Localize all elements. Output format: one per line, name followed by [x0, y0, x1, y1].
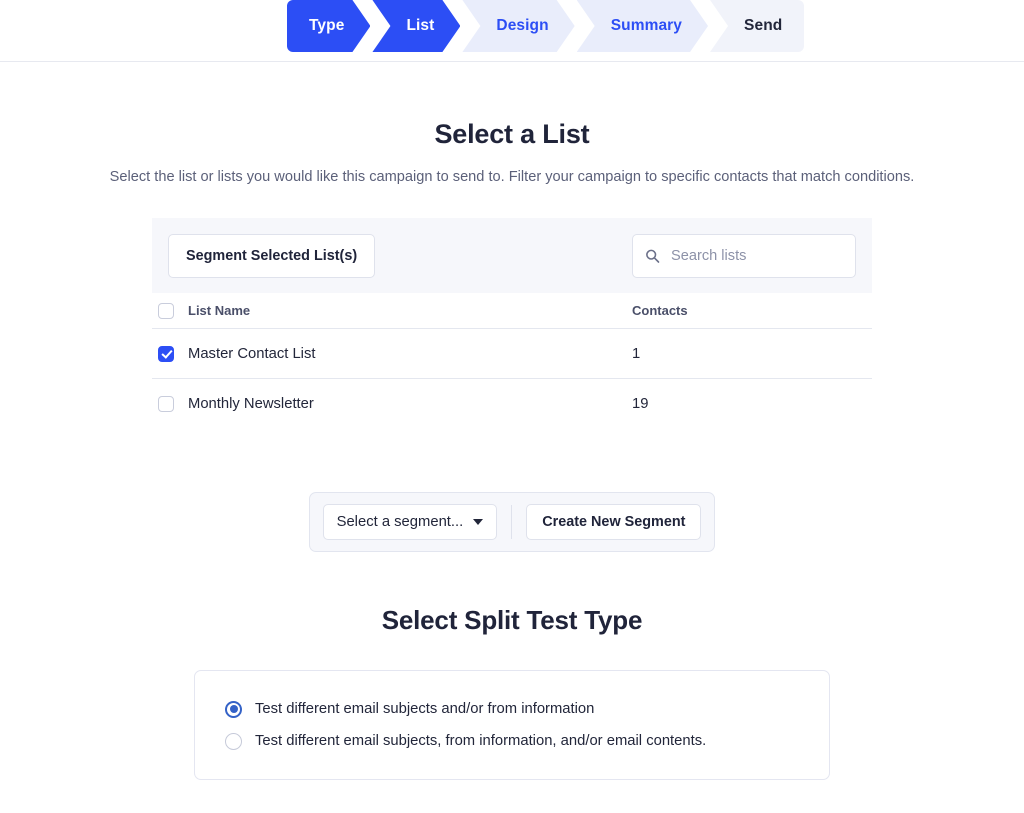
segment-action-bar: Select a segment... Create New Segment: [308, 492, 716, 552]
column-header-contacts: Contacts: [632, 303, 688, 318]
cell-contacts-count: 1: [632, 345, 641, 362]
cell-list-name: Monthly Newsletter: [188, 396, 314, 412]
page-title: Select a List: [434, 119, 590, 149]
wizard-step-list[interactable]: List: [372, 0, 460, 52]
column-header-list-name: List Name: [188, 303, 251, 318]
search-lists-wrapper: [632, 233, 856, 278]
wizard-step-label: Design: [496, 17, 549, 34]
cell-list-name: Master Contact List: [188, 345, 316, 362]
wizard-step-label: List: [406, 17, 435, 34]
wizard-step-design[interactable]: Design: [462, 0, 574, 52]
wizard-bar: Type List Design Summary Send: [0, 0, 1024, 62]
page-subtitle: Select the list or lists you would like …: [109, 169, 915, 185]
radio-subjects-from-contents[interactable]: [225, 732, 242, 750]
campaign-step-nav: Type List Design Summary Send: [287, 0, 805, 52]
split-test-title: Select Split Test Type: [381, 605, 643, 635]
search-lists-input[interactable]: [632, 233, 856, 278]
create-new-segment-button[interactable]: Create New Segment: [526, 504, 702, 540]
wizard-step-type[interactable]: Type: [287, 0, 370, 52]
select-all-checkbox[interactable]: [158, 302, 174, 319]
wizard-step-label: Type: [309, 17, 345, 34]
segment-bar-divider: [511, 505, 513, 539]
chevron-down-icon: [473, 519, 484, 525]
row-select-cell: [152, 396, 188, 412]
cell-contacts-count: 19: [632, 396, 649, 412]
list-toolbar: Segment Selected List(s): [152, 218, 872, 293]
list-selection-panel: Segment Selected List(s) List Name Conta…: [152, 218, 872, 429]
table-header-row: List Name Contacts: [152, 293, 872, 329]
split-test-option-subjects-from[interactable]: Test different email subjects and/or fro…: [225, 693, 829, 725]
select-segment-label: Select a segment...: [336, 514, 464, 530]
wizard-step-summary[interactable]: Summary: [577, 0, 708, 52]
split-test-option-label: Test different email subjects and/or fro…: [255, 701, 595, 717]
split-test-option-label: Test different email subjects, from info…: [255, 733, 707, 749]
select-all-cell: [152, 302, 188, 319]
table-row[interactable]: Monthly Newsletter 19: [152, 379, 872, 429]
segment-bar-wrapper: Select a segment... Create New Segment: [0, 492, 1024, 552]
split-test-options-card: Test different email subjects and/or fro…: [194, 670, 830, 780]
row-checkbox-master-contact-list[interactable]: [158, 345, 174, 362]
wizard-step-label: Summary: [610, 17, 683, 34]
select-segment-dropdown[interactable]: Select a segment...: [322, 504, 498, 540]
split-test-option-subjects-from-contents[interactable]: Test different email subjects, from info…: [225, 725, 829, 757]
wizard-step-label: Send: [744, 17, 783, 34]
segment-selected-lists-button[interactable]: Segment Selected List(s): [168, 233, 376, 278]
radio-subjects-from[interactable]: [225, 700, 242, 718]
row-select-cell: [152, 345, 188, 362]
lists-table: List Name Contacts Master Contact List 1…: [152, 293, 872, 429]
table-row[interactable]: Master Contact List 1: [152, 329, 872, 379]
wizard-step-send[interactable]: Send: [710, 0, 805, 52]
row-checkbox-monthly-newsletter[interactable]: [158, 396, 174, 412]
